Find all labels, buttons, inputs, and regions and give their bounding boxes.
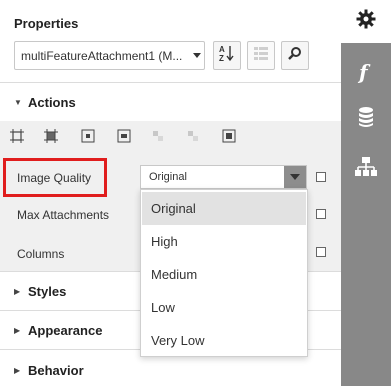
caret-right-icon: ▶ [14, 286, 21, 296]
columns-checkbox[interactable] [316, 247, 326, 257]
section-behavior-label: Behavior [28, 362, 84, 378]
svg-text:Z: Z [219, 54, 224, 62]
align-disabled-icon [151, 129, 165, 143]
section-appearance-label: Appearance [28, 322, 103, 338]
max-attachments-label: Max Attachments [17, 208, 110, 222]
right-rail-band [341, 43, 391, 386]
hierarchy-icon [355, 156, 377, 183]
center-vertically-icon[interactable] [117, 129, 131, 143]
categorize-button[interactable] [247, 41, 275, 70]
image-quality-select[interactable]: Original [140, 165, 307, 189]
center-horizontally-icon[interactable] [81, 129, 95, 143]
fit-bounds-icon[interactable] [44, 129, 58, 143]
rail-tab-properties[interactable] [341, 0, 391, 43]
dropdown-option[interactable]: High [142, 225, 306, 258]
function-icon: f [356, 60, 376, 89]
max-attachments-checkbox[interactable] [316, 209, 326, 219]
dropdown-option[interactable]: Low [142, 291, 306, 324]
caret-right-icon: ▶ [14, 365, 21, 375]
dropdown-option[interactable]: Original [142, 192, 306, 225]
caret-down-icon: ▼ [14, 97, 22, 107]
columns-label: Columns [17, 247, 65, 261]
component-select-value: multiFeatureAttachment1 (M... [21, 48, 183, 63]
categorize-icon [253, 45, 269, 66]
fit-width-icon[interactable] [10, 129, 24, 143]
component-select[interactable]: multiFeatureAttachment1 (M... [14, 41, 205, 70]
panel-title: Properties [14, 16, 79, 31]
rail-tab-data-source[interactable] [341, 101, 391, 137]
sort-alphabetically-button[interactable]: A Z [213, 41, 241, 70]
svg-text:A: A [219, 45, 225, 54]
image-quality-value: Original [149, 171, 187, 183]
search-button[interactable] [281, 41, 309, 70]
rail-tab-expressions[interactable]: f [341, 56, 391, 92]
sort-alpha-icon: A Z [219, 44, 235, 67]
center-in-container-icon[interactable] [222, 129, 236, 143]
dropdown-option[interactable]: Medium [142, 258, 306, 291]
image-quality-checkbox[interactable] [316, 172, 326, 182]
section-actions-label: Actions [28, 94, 76, 110]
image-quality-dropdown: Original High Medium Low Very Low [140, 189, 308, 357]
section-actions-header[interactable]: ▼ Actions [0, 83, 341, 121]
align-disabled-icon-2 [186, 129, 200, 143]
rail-tab-structure[interactable] [341, 151, 391, 187]
dropdown-option[interactable]: Very Low [142, 324, 306, 357]
svg-text:f: f [357, 60, 371, 84]
database-icon [357, 106, 375, 133]
chevron-down-icon[interactable] [284, 166, 306, 188]
gear-icon [356, 9, 376, 34]
search-icon [288, 46, 302, 65]
section-styles-label: Styles [28, 283, 67, 299]
caret-right-icon: ▶ [14, 325, 21, 335]
image-quality-label: Image Quality [17, 171, 92, 185]
chevron-down-icon [190, 42, 204, 69]
